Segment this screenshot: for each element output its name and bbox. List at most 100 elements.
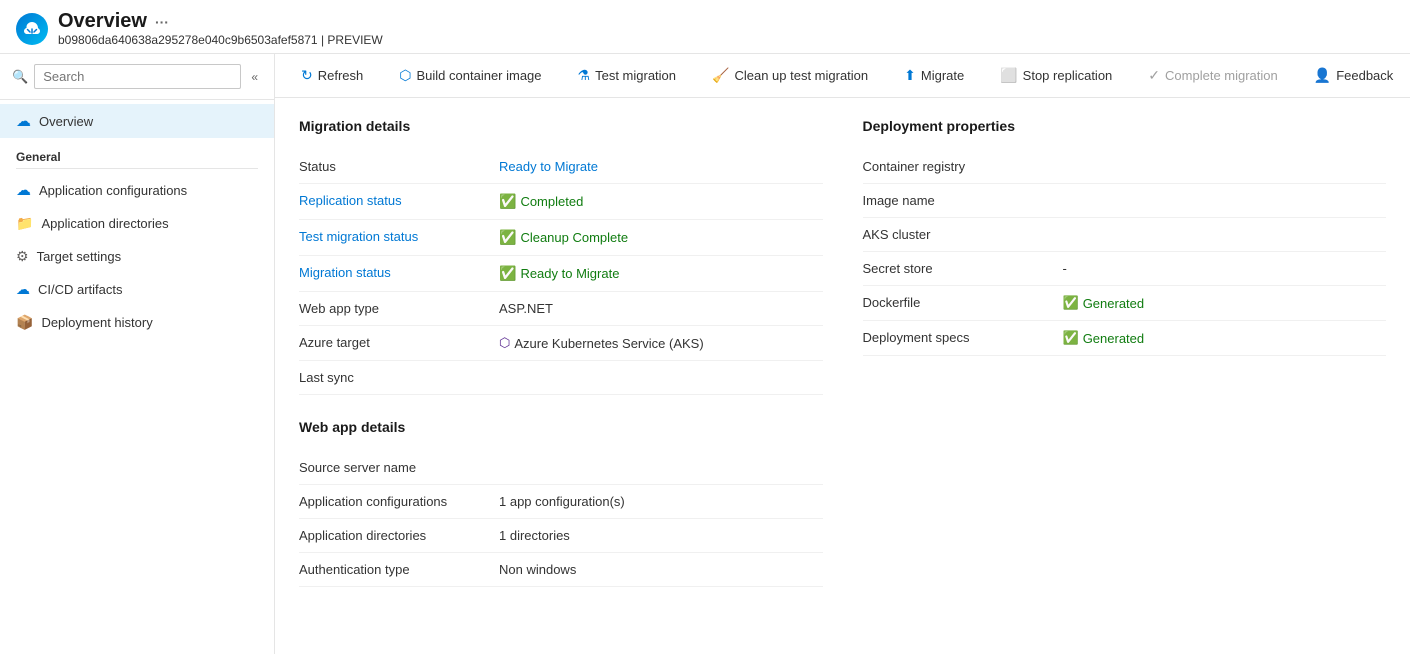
status-icon-green: ✅	[499, 229, 516, 246]
sidebar-item-overview[interactable]: ☁ Overview	[0, 104, 274, 138]
status-icon-green: ✅	[499, 265, 516, 282]
app-dir-icon: 📁	[16, 215, 33, 232]
row-value: -	[1063, 252, 1387, 286]
app-logo	[16, 13, 48, 45]
row-value	[1063, 184, 1387, 218]
test-icon: ⚗	[578, 67, 591, 84]
row-value	[499, 451, 823, 485]
cleanup-test-button[interactable]: 🧹 Clean up test migration	[702, 62, 878, 89]
page-title: Overview	[58, 10, 147, 33]
deployment-history-icon: 📦	[16, 314, 33, 331]
row-value: ⬡ Azure Kubernetes Service (AKS)	[499, 326, 823, 361]
table-row: Image name	[863, 184, 1387, 218]
test-migration-status-link[interactable]: Test migration status	[299, 229, 418, 244]
header-subtitle: b09806da640638a295278e040c9b6503afef5871…	[58, 33, 383, 47]
migration-details-table: Status Ready to Migrate Replication stat…	[299, 150, 823, 395]
deployment-properties-title: Deployment properties	[863, 118, 1387, 134]
test-migration-button[interactable]: ⚗ Test migration	[568, 62, 686, 89]
cicd-icon: ☁	[16, 281, 30, 298]
complete-icon: ✓	[1148, 67, 1160, 84]
row-label: Application configurations	[299, 485, 499, 519]
refresh-button[interactable]: ↻ Refresh	[291, 62, 373, 89]
build-container-button[interactable]: ⬡ Build container image	[389, 62, 551, 89]
table-row: Source server name	[299, 451, 823, 485]
aks-icon: ⬡	[499, 335, 510, 351]
test-migration-status-value: Cleanup Complete	[520, 230, 628, 245]
table-row: Authentication type Non windows	[299, 553, 823, 587]
search-input[interactable]	[34, 64, 241, 89]
collapse-sidebar-button[interactable]: «	[247, 66, 262, 88]
overview-icon: ☁	[16, 112, 31, 130]
build-icon: ⬡	[399, 67, 411, 84]
migrate-button[interactable]: ⬆ Migrate	[894, 62, 974, 89]
migration-status-link[interactable]: Migration status	[299, 265, 391, 280]
stop-icon: ⬜	[1000, 67, 1017, 84]
row-value	[499, 361, 823, 395]
row-label: Secret store	[863, 252, 1063, 286]
sidebar-item-app-directories[interactable]: 📁 Application directories	[0, 207, 274, 240]
row-value: 1 directories	[499, 519, 823, 553]
status-link[interactable]: Ready to Migrate	[499, 159, 598, 174]
row-value: ✅ Generated	[1063, 286, 1387, 321]
table-row: Status Ready to Migrate	[299, 150, 823, 184]
page-content: Migration details Status Ready to Migrat…	[275, 98, 1410, 654]
row-value: ✅ Completed	[499, 184, 823, 220]
row-label: Web app type	[299, 292, 499, 326]
feedback-icon: 👤	[1314, 67, 1331, 84]
deployment-properties-table: Container registry Image name AKS cluste…	[863, 150, 1387, 356]
replication-status-link[interactable]: Replication status	[299, 193, 402, 208]
table-row: Replication status ✅ Completed	[299, 184, 823, 220]
header-title-block: Overview ··· b09806da640638a295278e040c9…	[58, 10, 383, 47]
generated-icon: ✅	[1063, 295, 1079, 311]
sidebar-item-target-settings[interactable]: ⚙ Target settings	[0, 240, 274, 273]
app-config-icon: ☁	[16, 181, 31, 199]
row-label: Image name	[863, 184, 1063, 218]
row-label: Container registry	[863, 150, 1063, 184]
toolbar: ↻ Refresh ⬡ Build container image ⚗ Test…	[275, 54, 1410, 98]
migration-details-title: Migration details	[299, 118, 823, 134]
row-value: Ready to Migrate	[499, 150, 823, 184]
table-row: Dockerfile ✅ Generated	[863, 286, 1387, 321]
replication-status-value: Completed	[520, 194, 583, 209]
row-label: Replication status	[299, 184, 499, 220]
row-value: ✅ Generated	[1063, 321, 1387, 356]
table-row: Deployment specs ✅ Generated	[863, 321, 1387, 356]
web-app-details-title: Web app details	[299, 419, 823, 435]
table-row: Migration status ✅ Ready to Migrate	[299, 256, 823, 292]
complete-migration-button[interactable]: ✓ Complete migration	[1138, 62, 1287, 89]
row-value: ASP.NET	[499, 292, 823, 326]
migrate-icon: ⬆	[904, 67, 916, 84]
web-app-details-table: Source server name Application configura…	[299, 451, 823, 587]
sidebar-item-deployment-history[interactable]: 📦 Deployment history	[0, 306, 274, 339]
sidebar: 🔍 « ☁ Overview General ☁ Application con…	[0, 54, 275, 654]
row-label: Azure target	[299, 326, 499, 361]
row-label: Test migration status	[299, 220, 499, 256]
table-row: Azure target ⬡ Azure Kubernetes Service …	[299, 326, 823, 361]
table-row: AKS cluster	[863, 218, 1387, 252]
row-value: Non windows	[499, 553, 823, 587]
migration-status-value: Ready to Migrate	[520, 266, 619, 281]
feedback-button[interactable]: 👤 Feedback	[1304, 62, 1404, 89]
generated-icon: ✅	[1063, 330, 1079, 346]
sidebar-item-cicd[interactable]: ☁ CI/CD artifacts	[0, 273, 274, 306]
row-label: AKS cluster	[863, 218, 1063, 252]
stop-replication-button[interactable]: ⬜ Stop replication	[990, 62, 1122, 89]
table-row: Application configurations 1 app configu…	[299, 485, 823, 519]
table-row: Secret store -	[863, 252, 1387, 286]
search-icon: 🔍	[12, 69, 28, 85]
row-value	[1063, 218, 1387, 252]
row-value: 1 app configuration(s)	[499, 485, 823, 519]
row-label: Authentication type	[299, 553, 499, 587]
refresh-icon: ↻	[301, 67, 313, 84]
sidebar-item-app-configurations[interactable]: ☁ Application configurations	[0, 173, 274, 207]
row-label: Last sync	[299, 361, 499, 395]
row-label: Migration status	[299, 256, 499, 292]
sidebar-nav: ☁ Overview General ☁ Application configu…	[0, 100, 274, 654]
table-row: Container registry	[863, 150, 1387, 184]
row-label: Dockerfile	[863, 286, 1063, 321]
more-options-icon[interactable]: ···	[155, 14, 169, 30]
status-icon-green: ✅	[499, 193, 516, 210]
table-row: Application directories 1 directories	[299, 519, 823, 553]
table-row: Test migration status ✅ Cleanup Complete	[299, 220, 823, 256]
row-label: Source server name	[299, 451, 499, 485]
